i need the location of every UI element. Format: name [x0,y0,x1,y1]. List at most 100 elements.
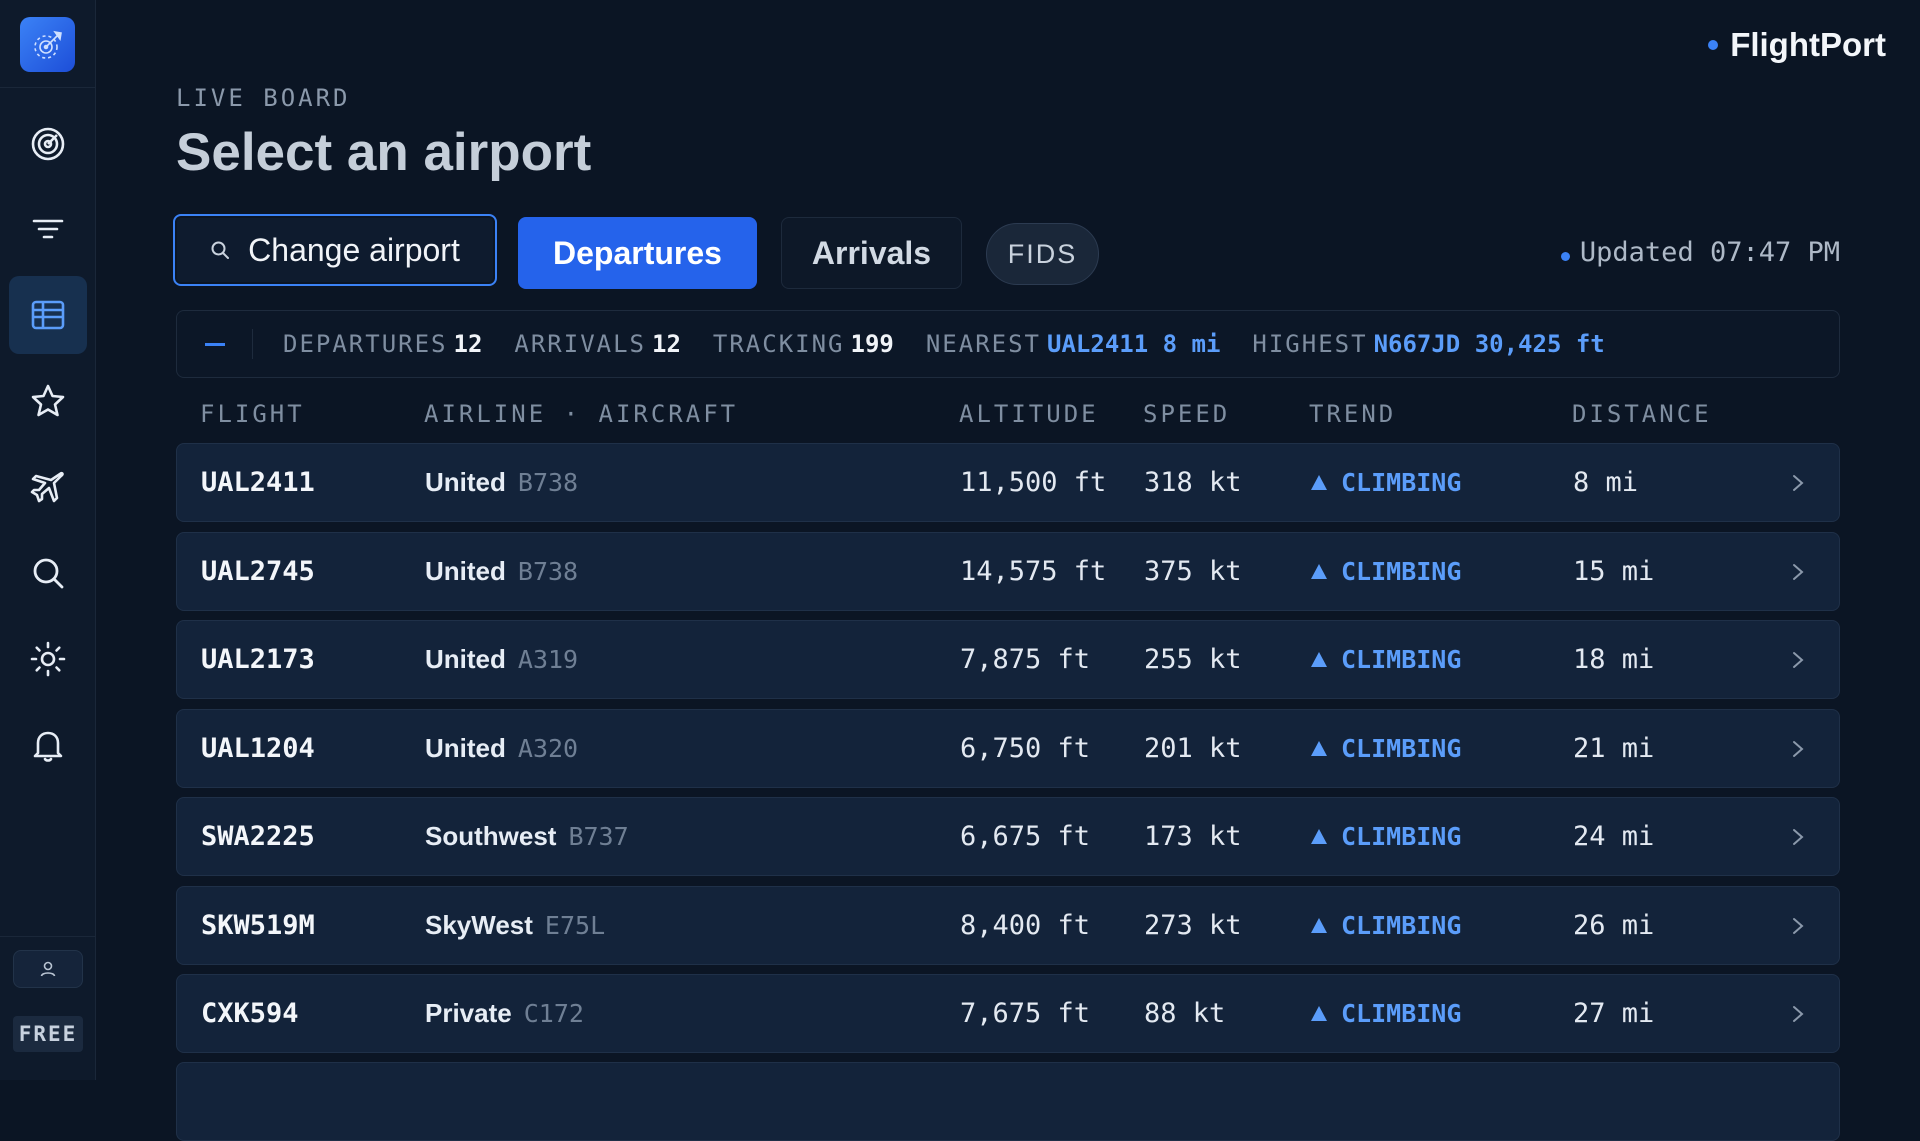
aircraft-type: B738 [517,557,579,586]
distance: 27 mi [1573,998,1655,1029]
change-airport-button[interactable]: Change airport [173,214,497,286]
collapse-stats-button[interactable] [177,329,253,359]
trend-label: CLIMBING [1341,822,1462,851]
aircraft-type: E75L [544,911,606,940]
tab-arrivals[interactable]: Arrivals [781,217,962,289]
sidebar-divider [0,87,96,88]
airline-aircraft: SkyWest E75L [425,887,605,964]
stat-value[interactable]: N667JD 30,425 ft [1374,330,1605,358]
trend: CLIMBING [1311,975,1461,1052]
airline-aircraft: United A320 [425,710,578,787]
airline-name: United [425,556,506,586]
airline-name: United [425,733,506,763]
stat-value[interactable]: UAL2411 8 mi [1047,330,1220,358]
aircraft-type: C172 [523,999,584,1028]
stat-label: HIGHEST [1252,330,1368,358]
nav-radar[interactable] [9,105,87,183]
trend-label: CLIMBING [1341,999,1462,1028]
stat-arrivals: ARRIVALS 12 [514,330,681,358]
stat-value: 12 [652,330,681,358]
distance: 18 mi [1573,644,1655,675]
brand: FlightPort [1708,26,1886,64]
change-airport-label: Change airport [248,231,460,268]
speed: 88 kt [1144,998,1226,1029]
chevron-right-icon [1791,710,1805,787]
speed: 318 kt [1144,467,1242,498]
user-button[interactable] [13,950,83,988]
speed: 173 kt [1144,821,1242,852]
column-header-flight: FLIGHT [200,400,305,428]
airline-aircraft: Private C172 [425,975,584,1052]
climb-arrow-icon [1311,741,1327,756]
plane-icon [30,471,64,503]
table-row[interactable]: UAL2745 United B738 14,575 ft 375 kt CLIMBING… [176,532,1840,611]
fids-button[interactable]: FIDS [986,223,1099,285]
column-header-airline: AIRLINE · AIRCRAFT [424,400,739,428]
nav-flights[interactable] [9,448,87,526]
stat-label: ARRIVALS [514,330,646,358]
page-eyebrow: LIVE BOARD [176,84,351,112]
radar-icon [31,127,65,161]
flight-number: CXK594 [201,998,299,1029]
trend: CLIMBING [1311,621,1461,698]
trend: CLIMBING [1311,444,1461,521]
altitude: 14,575 ft [960,556,1107,587]
flight-number: UAL2173 [201,644,315,675]
app-logo[interactable] [20,17,75,72]
updated-text: Updated 07:47 PM [1579,237,1840,268]
radar-logo-icon [33,30,62,59]
distance: 8 mi [1573,467,1639,498]
distance: 21 mi [1573,733,1655,764]
live-dot [1560,252,1570,261]
table-row[interactable]: CXK594 Private C172 7,675 ft 88 kt CLIMBING 27… [176,974,1840,1053]
altitude: 11,500 ft [960,467,1107,498]
tab-departures[interactable]: Departures [518,217,757,289]
flight-number: UAL2745 [201,556,315,587]
flight-number: SKW519M [201,910,315,941]
filter-icon [32,219,64,239]
chevron-right-icon [1791,798,1805,875]
user-icon [40,961,56,977]
updated-status: Updated 07:47 PM [1560,237,1840,268]
search-icon [211,241,230,259]
airline-name: United [425,644,506,674]
stat-departures: DEPARTURES 12 [283,330,482,358]
trend: CLIMBING [1311,710,1461,787]
climb-arrow-icon [1311,829,1327,844]
altitude: 7,675 ft [960,998,1091,1029]
stat-nearest: NEAREST UAL2411 8 mi [926,330,1221,358]
brand-name: FlightPort [1730,26,1886,63]
nav-theme[interactable] [9,620,87,698]
nav-notifications[interactable] [9,706,87,784]
distance: 26 mi [1573,910,1655,941]
climb-arrow-icon [1311,564,1327,579]
nav-filter[interactable] [9,190,87,268]
table-row[interactable]: UAL2173 United A319 7,875 ft 255 kt CLIMBING 1… [176,620,1840,699]
nav-favorites[interactable] [9,362,87,440]
plan-badge: FREE [13,1016,83,1052]
table-row[interactable]: UAL1204 United A320 6,750 ft 201 kt CLIMBING 2… [176,709,1840,788]
stat-label: DEPARTURES [283,330,448,358]
table-row[interactable]: UAL2411 United B738 11,500 ft 318 kt CLIMBING… [176,443,1840,522]
stats-bar: DEPARTURES 12 ARRIVALS 12 TRACKING 199 N… [176,310,1840,378]
stat-highest: HIGHEST N667JD 30,425 ft [1252,330,1604,358]
page-title: Select an airport [176,123,592,182]
nav-search[interactable] [9,534,87,612]
flight-number: UAL1204 [201,733,315,764]
table-row[interactable]: SWA2225 Southwest B737 6,675 ft 173 kt CLIMBI… [176,797,1840,876]
climb-arrow-icon [1311,652,1327,667]
bell-icon [33,731,63,762]
stat-tracking: TRACKING 199 [713,330,894,358]
speed: 201 kt [1144,733,1242,764]
chevron-right-icon [1791,444,1805,521]
chevron-right-icon [1791,533,1805,610]
table-row[interactable]: SKW519M SkyWest E75L 8,400 ft 273 kt CLIMBING… [176,886,1840,965]
climb-arrow-icon [1311,918,1327,933]
stat-value: 199 [850,330,894,358]
table-row[interactable] [176,1062,1840,1141]
column-header-trend: TREND [1309,400,1397,428]
nav-table[interactable] [9,276,87,354]
trend-label: CLIMBING [1341,734,1462,763]
airline-aircraft: United B738 [425,533,578,610]
altitude: 7,875 ft [960,644,1091,675]
